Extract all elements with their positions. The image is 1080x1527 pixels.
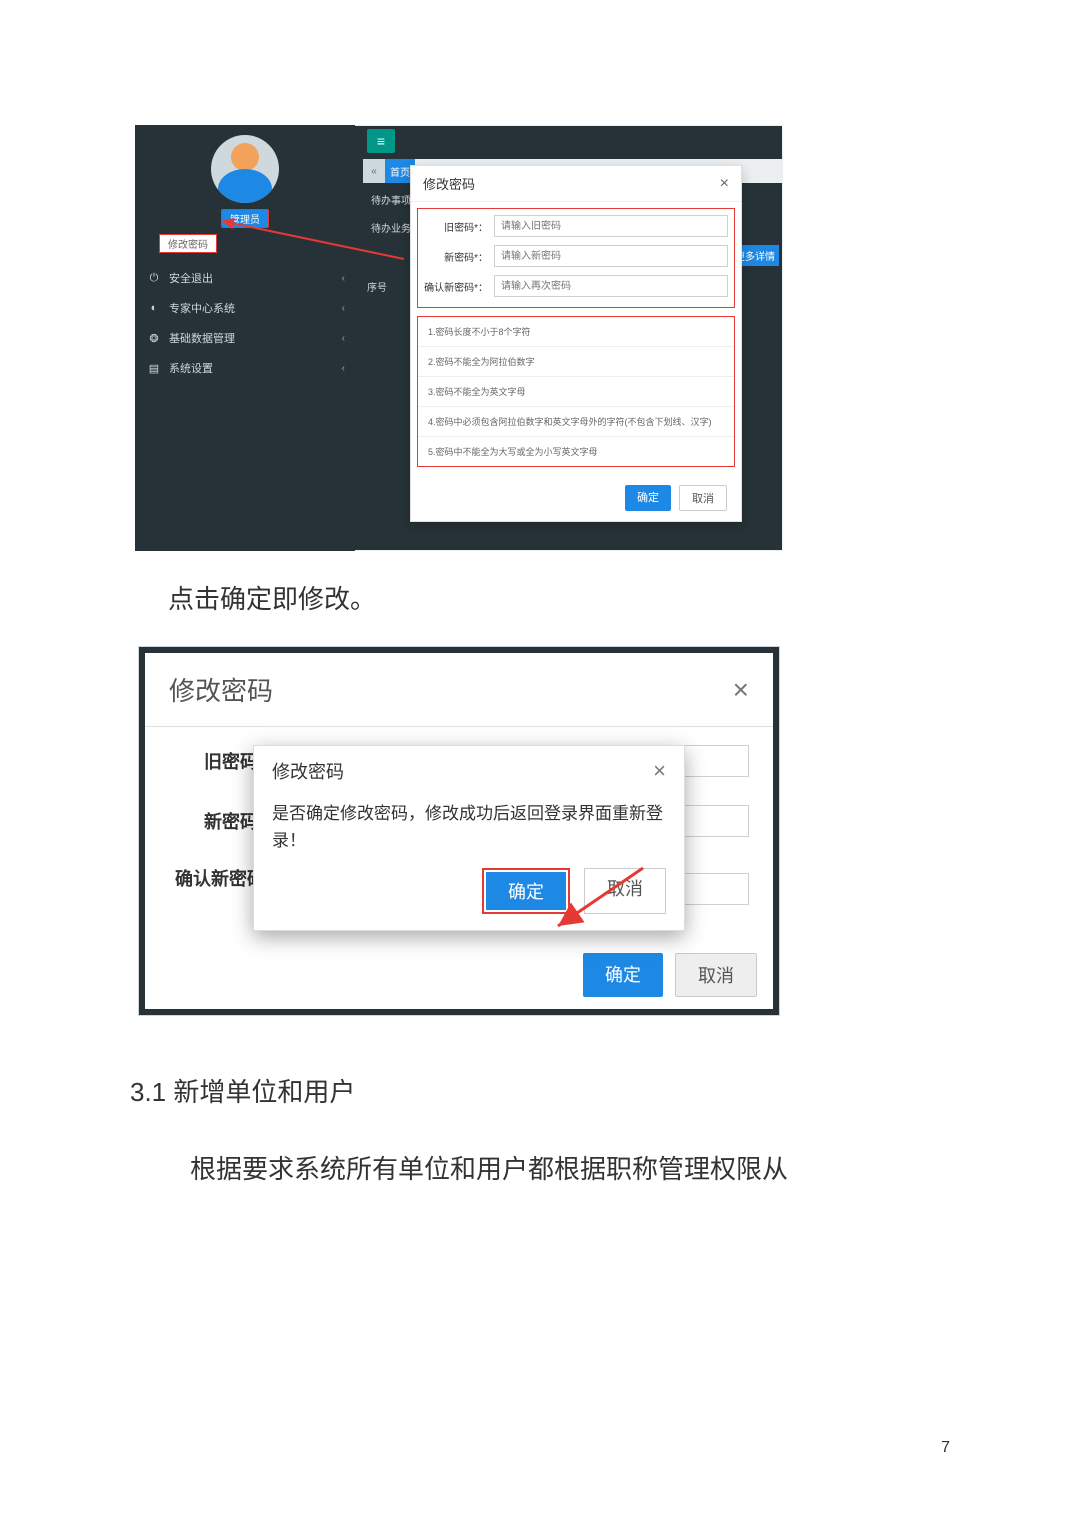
confirm-title: 修改密码 — [272, 758, 344, 784]
new-password-label: 新密码* — [169, 808, 265, 834]
close-icon[interactable]: × — [733, 674, 749, 706]
new-password-label: 新密码*： — [424, 249, 488, 264]
chevron-left-icon: ‹ — [342, 303, 345, 314]
caption-text: 点击确定即修改。 — [168, 579, 950, 616]
close-icon[interactable]: × — [653, 758, 666, 784]
sidebar-item-basedata[interactable]: ❂ 基础数据管理 ‹ — [135, 323, 355, 353]
sidebar-item-label: 基础数据管理 — [169, 330, 235, 346]
outer-cancel-button[interactable]: 取消 — [675, 953, 757, 997]
chevron-left-icon: ‹ — [342, 363, 345, 374]
close-icon[interactable]: × — [720, 175, 729, 193]
sidebar-item-label: 安全退出 — [169, 270, 213, 286]
chevron-left-icon: ‹ — [342, 333, 345, 344]
confirm-dialog: 修改密码 × 是否确定修改密码，修改成功后返回登录界面重新登录！ 确定 取消 — [253, 745, 685, 931]
sequence-label: 序号 — [367, 279, 387, 294]
modal-title: 修改密码 — [423, 174, 475, 193]
old-password-input[interactable] — [494, 215, 728, 237]
modal-title: 修改密码 — [169, 671, 273, 708]
outer-ok-button[interactable]: 确定 — [583, 953, 663, 997]
menu-toggle-button[interactable]: ≡ — [367, 129, 395, 153]
sidebar-item-label: 专家中心系统 — [169, 300, 235, 316]
screenshot-confirm-dialog: 修改密码 × 旧密码* 新密码* 确认新密码* — [138, 646, 780, 1016]
sidebar-item-label: 系统设置 — [169, 360, 213, 376]
sidebar-item-expert[interactable]: ◐ 专家中心系统 ‹ — [135, 293, 355, 323]
role-tag: 管理员 — [221, 209, 269, 228]
section-heading: 3.1 新增单位和用户 — [130, 1072, 950, 1109]
sidebar: 管理员 修改密码 ⏻ 安全退出 ‹ ◐ 专家中心系统 ‹ ❂ — [135, 125, 355, 551]
tab-back-button[interactable]: « — [363, 159, 385, 183]
menu-icon: ≡ — [377, 133, 385, 149]
globe-icon: ◐ — [147, 302, 161, 314]
change-password-modal: 修改密码 × 旧密码*： 新密码*： 确认新密码*： — [410, 165, 742, 522]
confirm-password-input[interactable] — [494, 275, 728, 297]
cancel-button[interactable]: 取消 — [679, 485, 727, 511]
old-password-label: 旧密码* — [169, 748, 265, 774]
sidebar-item-logout[interactable]: ⏻ 安全退出 ‹ — [135, 263, 355, 293]
avatar — [211, 135, 279, 203]
chevron-left-icon: ‹ — [342, 273, 345, 284]
confirm-message: 是否确定修改密码，修改成功后返回登录界面重新登录！ — [254, 796, 684, 860]
annotation-arrow-icon — [548, 866, 648, 936]
old-password-label: 旧密码*： — [424, 219, 488, 234]
change-password-tag[interactable]: 修改密码 — [159, 234, 217, 253]
confirm-password-label: 确认新密码* — [169, 865, 265, 912]
list-icon: ▤ — [147, 362, 161, 375]
new-password-input[interactable] — [494, 245, 728, 267]
password-rules: 1.密码长度不小于8个字符 2.密码不能全为阿拉伯数字 3.密码不能全为英文字母… — [417, 316, 735, 467]
screenshot-change-password: 管理员 修改密码 ⏻ 安全退出 ‹ ◐ 专家中心系统 ‹ ❂ — [135, 125, 783, 551]
page-number: 7 — [941, 1439, 950, 1457]
section-paragraph: 根据要求系统所有单位和用户都根据职称管理权限从 — [190, 1145, 950, 1194]
sidebar-item-settings[interactable]: ▤ 系统设置 ‹ — [135, 353, 355, 383]
confirm-password-label: 确认新密码*： — [424, 279, 488, 294]
power-icon: ⏻ — [147, 272, 161, 285]
hex-icon: ❂ — [147, 332, 161, 345]
ok-button[interactable]: 确定 — [625, 485, 671, 511]
